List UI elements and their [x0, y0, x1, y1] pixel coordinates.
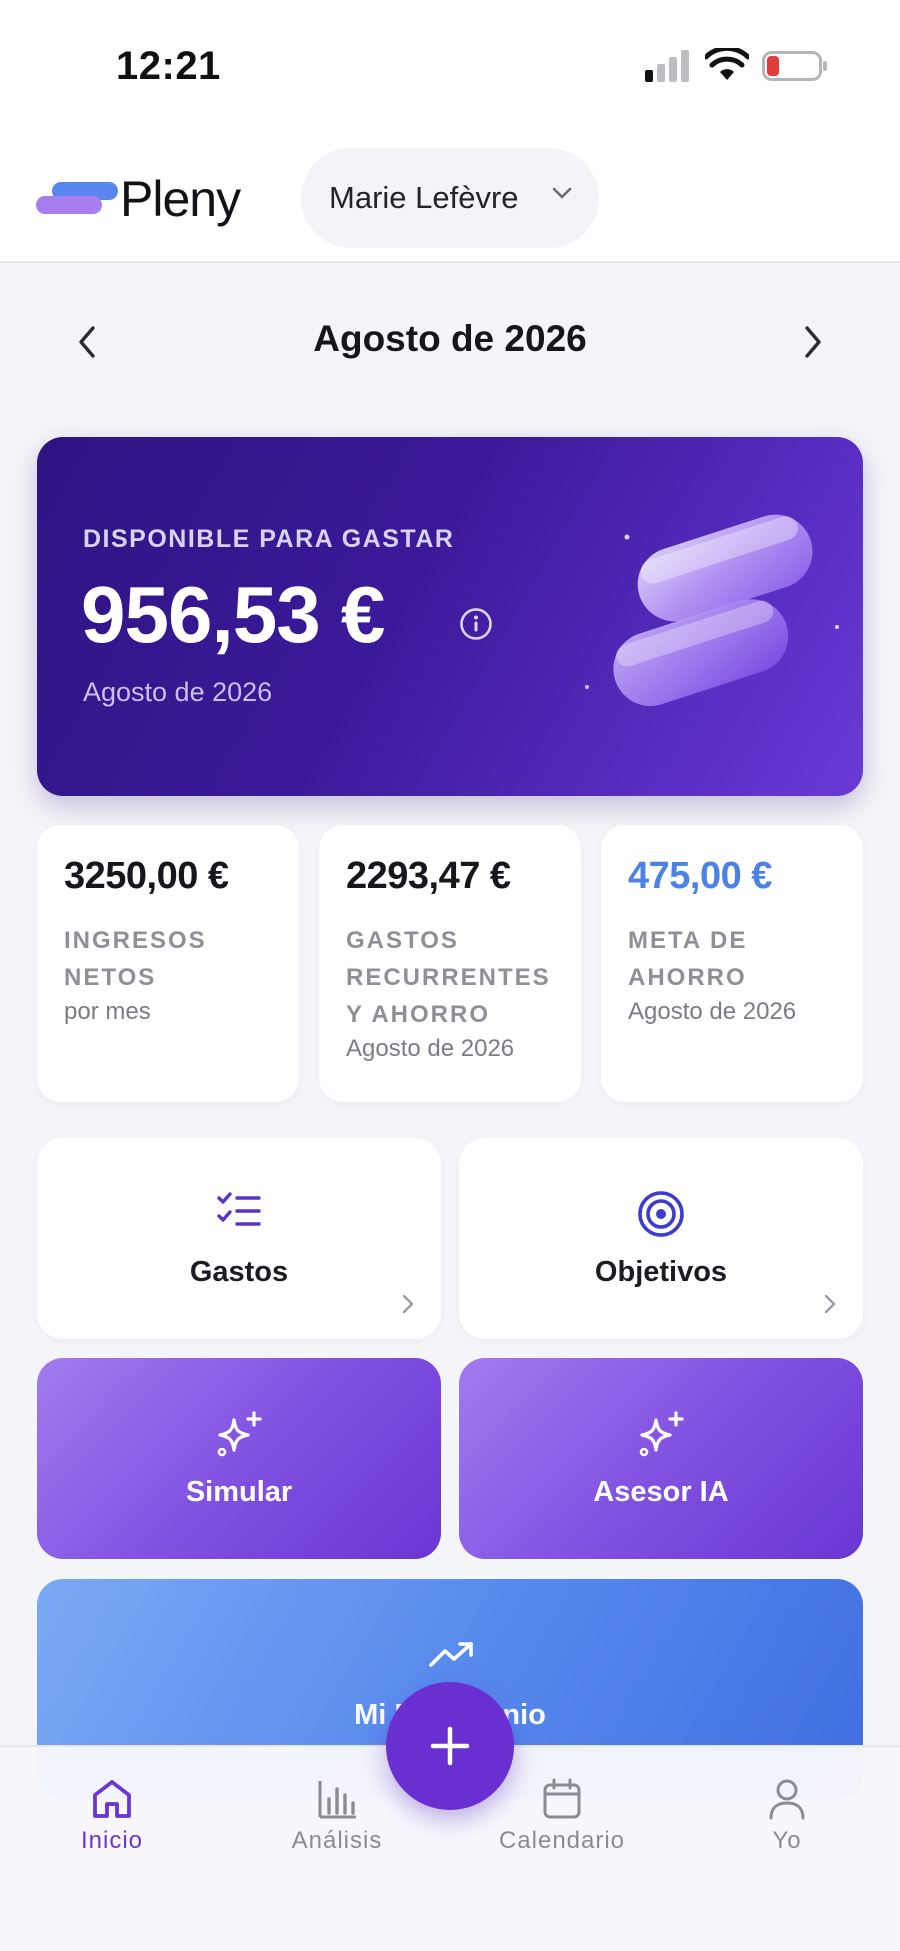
stat-caption: META DE AHORRO	[628, 927, 748, 991]
objetivos-label: Objetivos	[594, 1256, 728, 1288]
stat-caption: INGRESOS NETOS	[64, 927, 207, 991]
target-icon	[638, 1191, 684, 1237]
wifi-icon	[705, 48, 749, 80]
stat-card-recurring-expenses[interactable]: 2293,47 € GASTOS RECURRENTES Y AHORRO Ag…	[319, 825, 581, 1102]
stat-value: 2293,47 €	[346, 855, 511, 897]
chevron-right-icon	[824, 1294, 836, 1314]
home-icon	[93, 1780, 131, 1818]
available-period: Agosto de 2026	[83, 677, 273, 707]
app-header: Pleny Marie Lefèvre	[0, 130, 900, 263]
nav-label: Calendario	[498, 1827, 626, 1854]
chevron-right-icon[interactable]	[798, 322, 828, 362]
signal-icon	[645, 50, 689, 82]
add-button[interactable]	[386, 1682, 514, 1810]
stat-sub: por mes	[64, 998, 151, 1025]
nav-label: Análisis	[291, 1827, 383, 1854]
nav-label: Yo	[772, 1827, 802, 1854]
status-bar: 12:21	[0, 0, 900, 130]
nav-calendario[interactable]: Calendario	[492, 1777, 632, 1855]
simular-button[interactable]: Simular	[37, 1358, 441, 1559]
pleny-3d-logo-illustration	[585, 514, 839, 706]
battery-icon	[762, 51, 827, 81]
month-navigator: Agosto de 2026	[0, 300, 900, 380]
gastos-button[interactable]: Gastos	[37, 1138, 441, 1339]
user-name: Marie Lefèvre	[329, 180, 519, 215]
info-icon[interactable]	[459, 607, 493, 641]
available-to-spend-card[interactable]: DISPONIBLE PARA GASTAR 956,53 € Agosto d…	[37, 437, 863, 796]
bar-chart-icon	[318, 1781, 356, 1819]
sparkles-icon	[639, 1411, 684, 1457]
pleny-logo[interactable]: Pleny	[36, 170, 256, 230]
chevron-down-icon	[552, 187, 572, 199]
available-amount: 956,53 €	[81, 570, 385, 659]
user-icon	[769, 1779, 805, 1820]
available-label: DISPONIBLE PARA GASTAR	[83, 525, 455, 553]
gastos-label: Gastos	[189, 1256, 289, 1288]
asesor-ia-button[interactable]: Asesor IA	[459, 1358, 863, 1559]
stat-caption: GASTOS RECURRENTES Y AHORRO	[346, 927, 551, 1028]
stat-value: 3250,00 €	[64, 855, 229, 897]
stat-sub: Agosto de 2026	[346, 1035, 515, 1062]
calendar-icon	[543, 1778, 581, 1819]
stat-card-savings-goal[interactable]: 475,00 € META DE AHORRO Agosto de 2026	[601, 825, 863, 1102]
checklist-icon	[217, 1192, 261, 1226]
month-title: Agosto de 2026	[313, 318, 587, 359]
asesor-ia-label: Asesor IA	[593, 1476, 729, 1508]
objetivos-button[interactable]: Objetivos	[459, 1138, 863, 1339]
stat-card-net-income[interactable]: 3250,00 € INGRESOS NETOS por mes	[37, 825, 299, 1102]
nav-yo[interactable]: Yo	[717, 1777, 857, 1855]
simular-label: Simular	[185, 1476, 293, 1508]
brand-name: Pleny	[120, 171, 241, 227]
nav-analisis[interactable]: Análisis	[267, 1777, 407, 1855]
user-selector[interactable]: Marie Lefèvre	[301, 148, 599, 248]
nav-label: Inicio	[80, 1827, 144, 1854]
stat-sub: Agosto de 2026	[628, 998, 797, 1025]
sparkles-icon	[217, 1411, 262, 1457]
nav-inicio[interactable]: Inicio	[42, 1777, 182, 1855]
status-time: 12:21	[116, 44, 221, 88]
chevron-right-icon	[402, 1294, 414, 1314]
trending-up-icon	[429, 1642, 473, 1667]
stat-value: 475,00 €	[628, 855, 772, 897]
plus-icon	[430, 1726, 470, 1766]
